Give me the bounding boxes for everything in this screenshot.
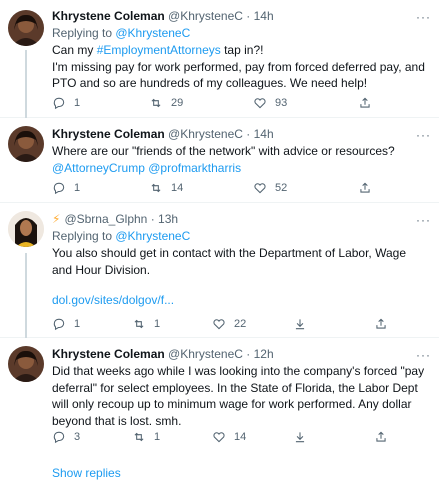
author-name[interactable]: Khrystene Coleman: [52, 127, 165, 141]
author-name[interactable]: Khrystene Coleman: [52, 9, 165, 23]
timestamp[interactable]: · 13h: [151, 212, 178, 226]
share-icon: [376, 318, 386, 329]
like-button[interactable]: 22: [212, 316, 246, 332]
like-count: 14: [234, 431, 247, 443]
reply-count: 1: [74, 97, 81, 109]
retweet-button[interactable]: 29: [149, 95, 183, 111]
retweet-count: 14: [171, 182, 184, 194]
download-button[interactable]: [293, 316, 307, 332]
reply-button[interactable]: 1: [52, 316, 80, 332]
reply-icon: [53, 431, 65, 444]
like-icon: [254, 98, 266, 109]
share-button[interactable]: [374, 429, 388, 445]
download-icon: [295, 432, 305, 443]
retweet-icon: [134, 432, 144, 442]
like-button[interactable]: 93: [253, 95, 287, 111]
reply-button[interactable]: 1: [52, 95, 80, 111]
retweet-button[interactable]: 1: [132, 316, 160, 332]
tweet[interactable]: ··· ⚡ @Sbrna_Glphn · 13h Replying to @Khr…: [0, 203, 439, 338]
retweet-icon: [134, 319, 144, 329]
reply-count: 1: [74, 318, 81, 330]
avatar[interactable]: [8, 126, 44, 162]
share-icon: [360, 182, 370, 193]
retweet-count: 29: [171, 97, 184, 109]
like-icon: [254, 183, 266, 194]
replying-to-link[interactable]: @KhrysteneC: [115, 26, 190, 40]
like-button[interactable]: 14: [212, 429, 246, 445]
show-replies-link[interactable]: Show replies: [52, 466, 121, 480]
tweet-text: Did that weeks ago while I was looking i…: [52, 364, 425, 428]
download-button[interactable]: [293, 429, 307, 445]
replying-to-link[interactable]: @KhrysteneC: [115, 229, 190, 243]
hashtag-link[interactable]: #EmploymentAttorneys: [97, 43, 221, 57]
reply-icon: [53, 97, 65, 110]
reply-count: 3: [74, 431, 81, 443]
avatar[interactable]: [8, 10, 44, 46]
like-icon: [213, 432, 225, 443]
download-icon: [295, 319, 305, 330]
mention-link[interactable]: @profmarktharris: [148, 161, 241, 175]
retweet-count: 1: [154, 318, 161, 330]
reply-button[interactable]: 3: [52, 429, 80, 445]
timestamp[interactable]: · 14h: [246, 127, 273, 141]
like-icon: [213, 319, 225, 330]
reply-icon: [53, 318, 65, 331]
author-handle[interactable]: @KhrysteneC: [168, 9, 243, 23]
like-button[interactable]: 52: [253, 180, 287, 196]
author-handle[interactable]: @KhrysteneC: [168, 127, 243, 141]
author-handle[interactable]: @KhrysteneC: [168, 347, 243, 361]
author-handle[interactable]: @Sbrna_Glphn: [64, 212, 147, 226]
like-count: 52: [275, 182, 288, 194]
like-count: 93: [275, 97, 288, 109]
author-name[interactable]: Khrystene Coleman: [52, 347, 165, 361]
tweet-text: Where are our "friends of the network" w…: [52, 144, 395, 175]
mention-link[interactable]: @AttorneyCrump: [52, 161, 145, 175]
share-button[interactable]: [358, 95, 372, 111]
retweet-count: 1: [154, 431, 161, 443]
share-icon: [360, 97, 370, 108]
tweet-text: Can my #EmploymentAttorneys tap in?! I'm…: [52, 43, 425, 90]
retweet-button[interactable]: 1: [132, 429, 160, 445]
reply-count: 1: [74, 182, 81, 194]
reply-icon: [53, 182, 65, 195]
tweet[interactable]: ··· Khrystene Coleman @KhrysteneC · 12h …: [0, 338, 439, 482]
tweet[interactable]: ··· Khrystene Coleman @KhrysteneC · 14h …: [0, 118, 439, 203]
retweet-button[interactable]: 14: [149, 180, 183, 196]
share-button[interactable]: [374, 316, 388, 332]
retweet-icon: [151, 98, 161, 108]
replying-to: Replying to @KhrysteneC: [52, 229, 191, 243]
external-link[interactable]: dol.gov/sites/dolgov/f...: [52, 292, 429, 308]
reply-button[interactable]: 1: [52, 180, 80, 196]
tweet-text: You also should get in contact with the …: [52, 246, 406, 277]
retweet-icon: [151, 183, 161, 193]
timestamp[interactable]: · 12h: [246, 347, 273, 361]
share-button[interactable]: [358, 180, 372, 196]
replying-to: Replying to @KhrysteneC: [52, 26, 191, 40]
share-icon: [376, 431, 386, 442]
avatar[interactable]: [8, 211, 44, 247]
lightning-icon: ⚡: [52, 212, 61, 226]
timestamp[interactable]: · 14h: [246, 9, 273, 23]
tweet[interactable]: ··· Khrystene Coleman @KhrysteneC · 14h …: [0, 0, 439, 118]
like-count: 22: [234, 318, 247, 330]
avatar[interactable]: [8, 346, 44, 382]
